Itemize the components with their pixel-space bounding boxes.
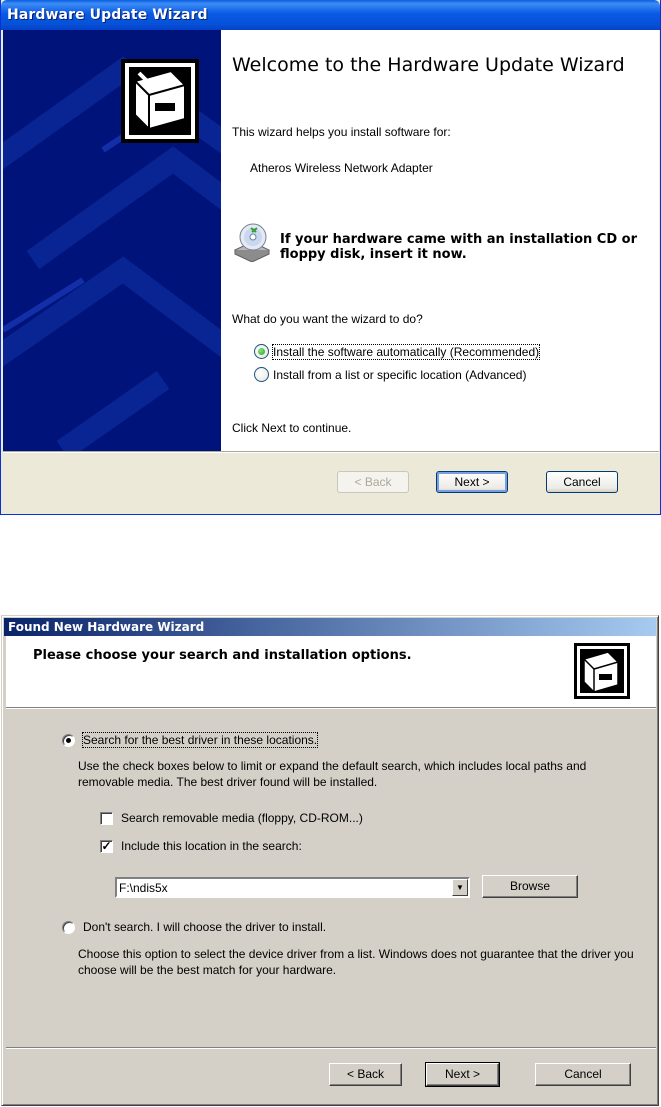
- radio-dont-search[interactable]: [62, 921, 75, 934]
- back-button[interactable]: < Back: [337, 471, 409, 493]
- window-title: Found New Hardware Wizard: [8, 620, 205, 634]
- radio-label: Install from a list or specific location…: [273, 368, 527, 382]
- checkbox-include-location[interactable]: ✓: [100, 840, 113, 853]
- hardware-icon: [574, 643, 630, 699]
- radio-label-dont-search[interactable]: Don't search. I will choose the driver t…: [83, 920, 326, 934]
- cancel-button[interactable]: Cancel: [535, 1063, 631, 1086]
- radio-install-from-list[interactable]: Install from a list or specific location…: [254, 367, 644, 385]
- next-button[interactable]: Next >: [425, 1062, 500, 1087]
- found-new-hardware-wizard-window: Found New Hardware Wizard Please choose …: [1, 615, 659, 1106]
- header-separator: [6, 707, 656, 709]
- back-button[interactable]: < Back: [329, 1063, 402, 1086]
- next-button[interactable]: Next >: [436, 471, 508, 493]
- wizard-heading: Welcome to the Hardware Update Wizard: [232, 54, 625, 76]
- intro-text: This wizard helps you install software f…: [232, 125, 451, 139]
- device-name: Atheros Wireless Network Adapter: [250, 161, 433, 175]
- hardware-icon: [121, 59, 199, 143]
- button-separator: [6, 1047, 656, 1049]
- question-text: What do you want the wizard to do?: [232, 312, 423, 326]
- radio-button[interactable]: [254, 367, 269, 382]
- title-bar[interactable]: Found New Hardware Wizard: [4, 618, 656, 636]
- cancel-button[interactable]: Cancel: [546, 471, 618, 493]
- checkbox-removable-media[interactable]: [100, 812, 113, 825]
- hardware-update-wizard-window: Hardware Update Wizard Welcome to the Ha…: [0, 0, 661, 515]
- cd-drive-icon: [233, 223, 271, 262]
- radio-search-best-driver[interactable]: [62, 734, 75, 747]
- location-combobox[interactable]: F:\ndis5x ▼: [115, 877, 470, 898]
- header-text: Please choose your search and installati…: [33, 648, 412, 663]
- radio-label-search[interactable]: Search for the best driver in these loca…: [81, 732, 319, 748]
- radio-install-automatically[interactable]: Install the software automatically (Reco…: [254, 344, 644, 362]
- button-separator: [3, 451, 659, 453]
- wizard-content: Welcome to the Hardware Update Wizard Th…: [221, 30, 659, 451]
- banner-graphic: [3, 56, 221, 451]
- search-description: Use the check boxes below to limit or ex…: [78, 759, 587, 789]
- radio-label: Install the software automatically (Reco…: [271, 344, 541, 360]
- browse-button[interactable]: Browse: [482, 875, 578, 898]
- radio-button[interactable]: [254, 344, 269, 359]
- wizard-side-banner: [3, 30, 221, 451]
- checkbox-label-removable[interactable]: Search removable media (floppy, CD-ROM..…: [121, 811, 363, 825]
- window-title: Hardware Update Wizard: [7, 7, 208, 23]
- checkbox-label-location[interactable]: Include this location in the search:: [121, 839, 302, 853]
- continue-text: Click Next to continue.: [232, 421, 352, 435]
- location-value[interactable]: F:\ndis5x: [119, 881, 168, 895]
- cd-prompt: If your hardware came with an installati…: [280, 232, 637, 262]
- title-bar[interactable]: Hardware Update Wizard: [1, 0, 660, 30]
- dont-search-description: Choose this option to select the device …: [78, 947, 634, 977]
- dropdown-arrow-icon[interactable]: ▼: [452, 879, 468, 896]
- wizard-header: Please choose your search and installati…: [6, 636, 656, 707]
